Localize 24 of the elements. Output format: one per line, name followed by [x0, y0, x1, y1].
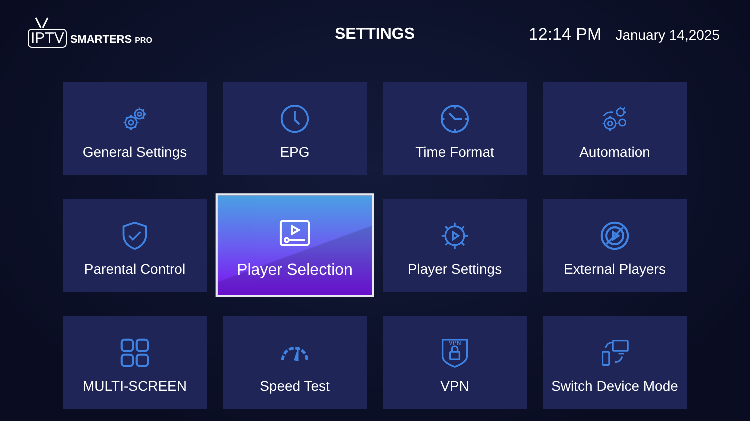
settings-tile[interactable]: Parental Control	[63, 199, 207, 292]
clock-icon	[440, 104, 470, 134]
devices-icon	[600, 338, 630, 368]
settings-tile[interactable]: Player Settings	[383, 199, 527, 292]
settings-tile[interactable]: Speed Test	[223, 316, 367, 409]
clock-time: 12:14 PM	[528, 25, 602, 45]
logo-text: IPTV	[28, 28, 68, 48]
page-title: SETTINGS	[334, 26, 416, 44]
blocked-play-icon	[600, 220, 630, 250]
settings-tile[interactable]: EPG	[223, 82, 367, 175]
settings-tile[interactable]: Player Selection	[218, 196, 372, 296]
settings-tile[interactable]: Time Format	[383, 82, 527, 175]
clock-icon	[280, 104, 310, 134]
logo-text: SMARTERS	[70, 34, 132, 46]
settings-tile[interactable]: General Settings	[63, 82, 207, 175]
grid-icon	[120, 338, 150, 368]
settings-tile[interactable]: Switch Device Mode	[543, 316, 687, 409]
settings-tile[interactable]: External Players	[543, 199, 687, 292]
settings-tile[interactable]: Automation	[543, 82, 687, 175]
shield-check-icon	[120, 220, 150, 250]
gear-play-icon	[440, 220, 470, 250]
date-text: January 14,2025	[616, 27, 720, 43]
logo-text: PRO	[135, 36, 152, 44]
settings-tile[interactable]: MULTI-SCREEN	[63, 316, 207, 409]
